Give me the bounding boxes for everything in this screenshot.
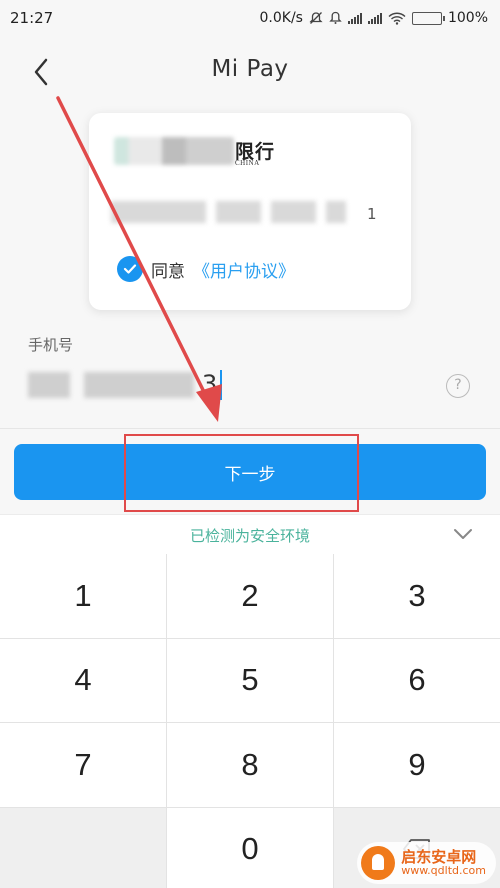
signal-1-icon bbox=[347, 12, 362, 24]
key-blank bbox=[0, 807, 166, 888]
agree-checkbox[interactable] bbox=[117, 256, 143, 282]
signal-2-icon bbox=[367, 12, 382, 24]
key-3[interactable]: 3 bbox=[334, 554, 500, 638]
bank-card: 限行 CHINA 1 同意 《用户协议》 bbox=[89, 113, 411, 310]
status-bar: 21:27 0.0K/s 100% bbox=[0, 0, 500, 36]
watermark: 启东安卓网 www.qdltd.com bbox=[357, 842, 496, 884]
key-1[interactable]: 1 bbox=[0, 554, 166, 638]
bank-logo-redacted bbox=[114, 137, 234, 165]
battery-icon bbox=[411, 11, 445, 25]
security-bar: 已检测为安全环境 bbox=[0, 514, 500, 554]
phone-number-tail: 3 bbox=[202, 370, 218, 398]
header: Mi Pay bbox=[0, 50, 500, 94]
watermark-text: 启东安卓网 www.qdltd.com bbox=[401, 849, 486, 878]
watermark-title: 启东安卓网 bbox=[401, 847, 477, 866]
agreement-row: 同意 《用户协议》 bbox=[117, 256, 295, 282]
status-time: 21:27 bbox=[10, 9, 54, 27]
next-button[interactable]: 下一步 bbox=[14, 444, 486, 500]
user-agreement-link[interactable]: 《用户协议》 bbox=[193, 257, 295, 282]
network-speed: 0.0K/s bbox=[259, 10, 303, 26]
collapse-keypad-button[interactable] bbox=[452, 525, 474, 543]
key-0[interactable]: 0 bbox=[167, 807, 333, 888]
key-7[interactable]: 7 bbox=[0, 723, 166, 807]
page-title: Mi Pay bbox=[211, 56, 289, 82]
mute-icon bbox=[309, 12, 323, 24]
security-status: 已检测为安全环境 bbox=[189, 527, 310, 545]
checkmark-icon bbox=[123, 264, 137, 274]
card-number-redacted bbox=[111, 201, 366, 223]
key-5[interactable]: 5 bbox=[167, 638, 333, 722]
divider bbox=[0, 428, 500, 429]
watermark-url: www.qdltd.com bbox=[401, 864, 486, 878]
key-2[interactable]: 2 bbox=[167, 554, 333, 638]
bell-icon bbox=[329, 11, 342, 24]
status-icons: 0.0K/s 100% bbox=[260, 10, 489, 26]
chevron-down-icon bbox=[454, 529, 472, 539]
text-caret bbox=[220, 370, 222, 400]
wifi-icon bbox=[388, 12, 406, 25]
key-9[interactable]: 9 bbox=[334, 723, 500, 807]
phone-number-redacted bbox=[28, 372, 194, 398]
agree-prefix: 同意 bbox=[151, 261, 185, 282]
phone-label: 手机号 bbox=[28, 336, 74, 354]
question-circle-icon[interactable]: ? bbox=[446, 374, 470, 398]
key-6[interactable]: 6 bbox=[334, 638, 500, 722]
battery-percent: 100% bbox=[447, 10, 488, 26]
numeric-keypad: 1 2 3 4 5 6 7 8 9 0 bbox=[0, 554, 500, 888]
bank-name-sub: CHINA bbox=[235, 159, 260, 167]
key-8[interactable]: 8 bbox=[167, 723, 333, 807]
phone-input[interactable]: 3 ? bbox=[28, 364, 478, 412]
card-number-tail: 1 bbox=[367, 205, 377, 223]
watermark-logo bbox=[361, 846, 396, 880]
key-4[interactable]: 4 bbox=[0, 638, 166, 722]
